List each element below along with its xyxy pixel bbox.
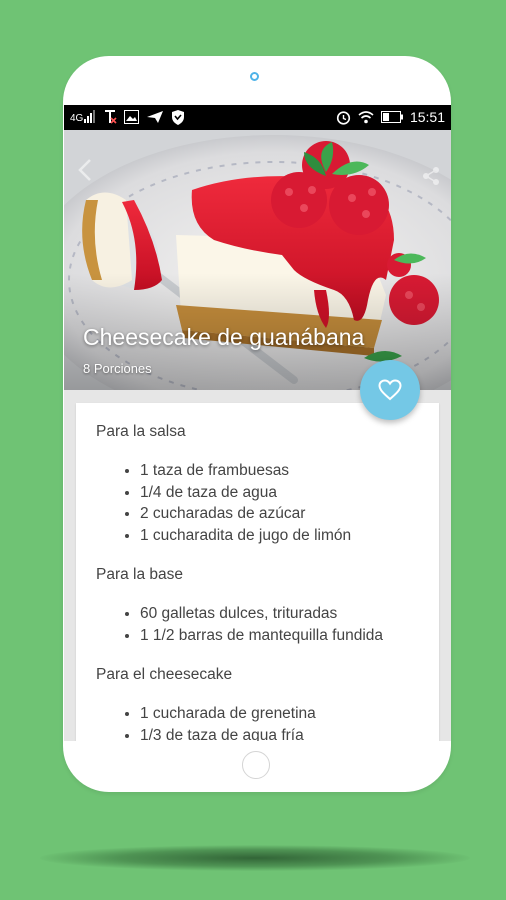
ingredient-list-salsa: 1 taza de frambuesas 1/4 de taza de agua… (96, 460, 426, 546)
favorite-button[interactable] (360, 360, 420, 420)
status-time: 15:51 (409, 109, 445, 125)
status-bar: 4G 15:51 (64, 105, 451, 130)
network-cross-icon (105, 110, 117, 124)
recipe-hero-image: Cheesecake de guanábana 8 Porciones (64, 130, 451, 390)
battery-icon (380, 111, 403, 123)
recipe-title: Cheesecake de guanábana (83, 324, 365, 350)
list-item: 1 taza de frambuesas (140, 460, 426, 482)
phone-shadow (40, 845, 470, 871)
home-button[interactable] (242, 751, 270, 779)
ingredient-list-cheesecake: 1 cucharada de grenetina 1/3 de taza de … (96, 703, 426, 741)
list-item: 1/4 de taza de agua (140, 482, 426, 504)
send-icon (147, 111, 163, 123)
image-icon (124, 110, 139, 124)
shield-icon (172, 109, 184, 125)
list-item: 1 cucharadita de jugo de limón (140, 525, 426, 547)
cheesecake-photo (64, 130, 451, 390)
list-item: 60 galletas dulces, trituradas (140, 603, 426, 625)
list-item: 1 1/2 barras de mantequilla fundida (140, 625, 426, 647)
svg-text:4G: 4G (70, 113, 84, 124)
list-item: 2 cucharadas de azúcar (140, 503, 426, 525)
wifi-icon (358, 111, 374, 124)
app-screen: 4G 15:51 Cheesecake de guanábana 8 Porci… (64, 105, 451, 741)
ingredients-content: Para la salsa 1 taza de frambuesas 1/4 d… (96, 421, 426, 741)
list-item: 1 cucharada de grenetina (140, 703, 426, 725)
section-heading-base: Para la base (96, 566, 184, 583)
list-item: 1/3 de taza de agua fría (140, 725, 426, 742)
ingredients-card: Para la salsa 1 taza de frambuesas 1/4 d… (76, 403, 439, 741)
alarm-icon (336, 110, 351, 125)
section-heading-salsa: Para la salsa (96, 423, 186, 440)
heart-icon (378, 379, 402, 401)
recipe-servings: 8 Porciones (83, 361, 152, 376)
section-heading-cheesecake: Para el cheesecake (96, 666, 233, 683)
front-camera (250, 72, 259, 81)
ingredient-list-base: 60 galletas dulces, trituradas 1 1/2 bar… (96, 603, 426, 646)
signal-bars-icon: 4G (70, 110, 95, 124)
